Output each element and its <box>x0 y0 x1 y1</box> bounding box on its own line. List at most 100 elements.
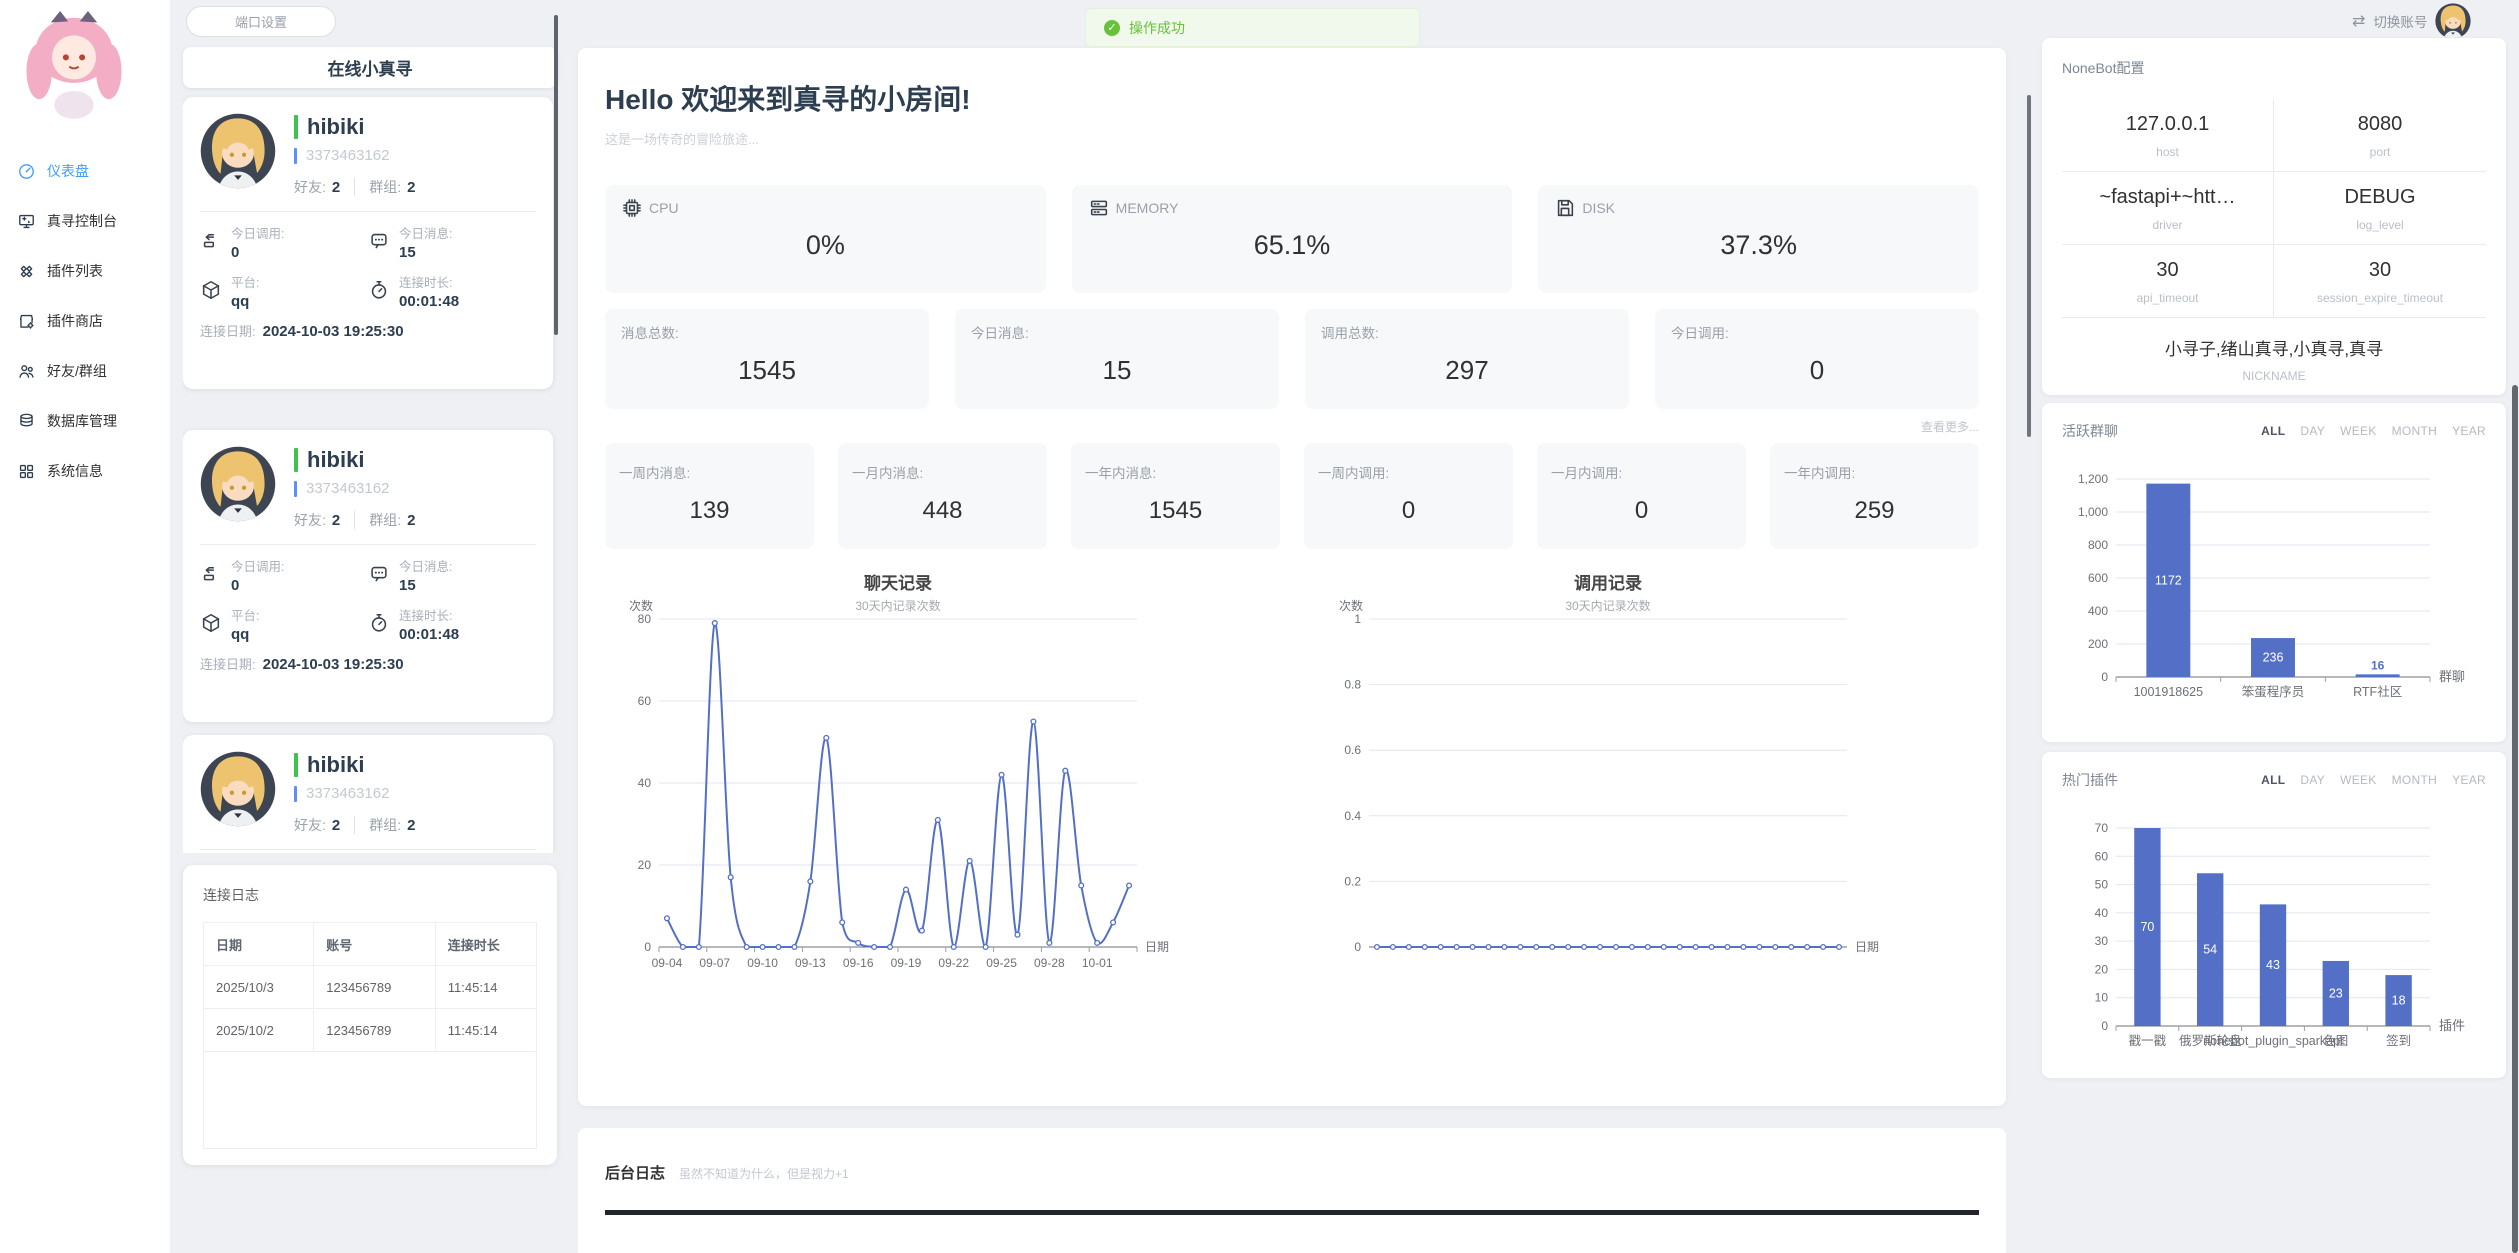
config-item-log_level: DEBUGlog_level <box>2274 172 2486 245</box>
sidebar-item-系统信息[interactable]: 系统信息 <box>0 446 170 496</box>
tab-day[interactable]: DAY <box>2300 424 2325 438</box>
stat-card-label: 今日消息: <box>971 322 1263 342</box>
bot-card: hibiki3373463162好友:2群组:2今日调用:0今日消息:15平台:… <box>183 97 553 389</box>
svg-text:50: 50 <box>2095 878 2109 892</box>
tab-week[interactable]: WEEK <box>2340 424 2377 438</box>
svg-text:0: 0 <box>644 940 651 954</box>
sidebar-item-真寻控制台[interactable]: 真寻控制台 <box>0 196 170 246</box>
success-check-icon: ✓ <box>1104 20 1120 36</box>
config-value: DEBUG <box>2280 186 2480 209</box>
config-item-port: 8080port <box>2274 99 2486 172</box>
table-header-cell: 连接时长 <box>435 923 536 966</box>
config-item-api_timeout: 30api_timeout <box>2062 245 2274 318</box>
tab-month[interactable]: MONTH <box>2392 424 2438 438</box>
backend-log-subtitle: 虽然不知道为什么，但是视力+1 <box>679 1165 849 1182</box>
config-card-title: NoneBot配置 <box>2062 58 2486 78</box>
table-header-cell: 账号 <box>314 923 436 966</box>
bot-name: hibiki <box>307 447 364 473</box>
connect-date-value: 2024-10-03 19:25:30 <box>263 323 404 340</box>
bot-stat-value: 0 <box>231 577 284 594</box>
sidebar-item-label: 仪表盘 <box>47 161 89 181</box>
table-cell: 123456789 <box>314 966 436 1009</box>
svg-text:18: 18 <box>2392 994 2406 1008</box>
page-scrollbar[interactable] <box>2512 385 2518 1253</box>
call-records-chart: 调用记录30天内记录次数次数00.20.40.60.81日期 <box>1315 563 1895 983</box>
period-card: 一月内消息: 448 <box>838 443 1047 549</box>
sidebar-item-好友/群组[interactable]: 好友/群组 <box>0 346 170 396</box>
tab-day[interactable]: DAY <box>2300 773 2325 787</box>
sidebar-item-label: 插件列表 <box>47 261 103 281</box>
sidebar-item-插件列表[interactable]: 插件列表 <box>0 246 170 296</box>
system-card-label: CPU <box>649 200 679 216</box>
stat-card-label: 消息总数: <box>621 322 913 342</box>
tab-all[interactable]: ALL <box>2261 424 2285 438</box>
bot-uid: 3373463162 <box>306 785 389 802</box>
bot-stat: 连接时长:00:01:48 <box>368 272 536 310</box>
svg-text:23: 23 <box>2329 986 2343 1000</box>
connection-log-table: 日期账号连接时长 2025/10/312345678911:45:142025/1… <box>203 922 537 1149</box>
period-card-label: 一月内消息: <box>852 462 1033 482</box>
svg-text:800: 800 <box>2088 538 2108 552</box>
period-card-value: 448 <box>852 497 1033 525</box>
friends-label: 好友: <box>294 815 326 835</box>
config-value: 8080 <box>2280 113 2480 136</box>
memory-icon <box>1088 197 1110 219</box>
table-cell: 2025/10/3 <box>204 966 314 1009</box>
bot-stat: 连接时长:00:01:48 <box>368 605 536 643</box>
svg-text:09-25: 09-25 <box>986 956 1017 970</box>
period-card: 一年内消息:1545 <box>1071 443 1280 549</box>
svg-text:43: 43 <box>2266 958 2280 972</box>
table-cell: 11:45:14 <box>435 966 536 1009</box>
bot-stat: 平台:qq <box>200 272 368 310</box>
hot-plugins-title: 热门插件 <box>2062 770 2118 790</box>
bot-name: hibiki <box>307 114 364 140</box>
tab-year[interactable]: YEAR <box>2452 424 2486 438</box>
stat-card: 今日调用:0 <box>1655 309 1979 409</box>
svg-text:40: 40 <box>2095 906 2109 920</box>
main-content-scrollbar[interactable] <box>2027 95 2031 437</box>
tab-year[interactable]: YEAR <box>2452 773 2486 787</box>
page-subtitle: 这是一场传奇的冒险旅途... <box>605 129 1979 148</box>
groups-count: 2 <box>407 512 415 529</box>
tab-all[interactable]: ALL <box>2261 773 2285 787</box>
svg-text:600: 600 <box>2088 571 2108 585</box>
svg-text:10-01: 10-01 <box>1082 956 1113 970</box>
bot-stat: 今日消息:15 <box>368 223 536 261</box>
period-card-value: 0 <box>1551 497 1732 525</box>
tab-week[interactable]: WEEK <box>2340 773 2377 787</box>
svg-text:70: 70 <box>2095 821 2109 835</box>
svg-text:聊天记录: 聊天记录 <box>864 573 932 593</box>
nickname-label: NICKNAME <box>2062 369 2486 383</box>
groups-count: 2 <box>407 179 415 196</box>
table-row: 2025/10/212345678911:45:14 <box>204 1009 537 1052</box>
bot-list: hibiki3373463162好友:2群组:2今日调用:0今日消息:15平台:… <box>183 95 561 853</box>
online-status-bar <box>294 448 298 472</box>
sidebar-item-仪表盘[interactable]: 仪表盘 <box>0 146 170 196</box>
table-cell: 11:45:14 <box>435 1009 536 1052</box>
svg-text:0: 0 <box>2101 1019 2108 1033</box>
svg-text:1001918625: 1001918625 <box>2134 685 2204 699</box>
port-settings-button[interactable]: 端口设置 <box>186 6 336 37</box>
bot-list-scrollbar[interactable] <box>554 15 558 335</box>
sidebar-item-插件商店[interactable]: 插件商店 <box>0 296 170 346</box>
bot-stat-value: 15 <box>399 244 452 261</box>
tab-month[interactable]: MONTH <box>2392 773 2438 787</box>
message-icon <box>368 230 390 252</box>
svg-text:30: 30 <box>2095 934 2109 948</box>
bot-stat: 平台:qq <box>200 605 368 643</box>
stat-card: 今日消息:15 <box>955 309 1279 409</box>
connect-date-label: 连接日期: <box>200 657 256 672</box>
svg-text:236: 236 <box>2263 651 2284 665</box>
switch-account-button[interactable]: 切换账号 <box>2373 11 2427 31</box>
account-avatar[interactable] <box>2435 3 2471 39</box>
see-more-link[interactable]: 查看更多... <box>1921 420 1979 434</box>
divider <box>200 211 536 212</box>
sidebar-item-数据库管理[interactable]: 数据库管理 <box>0 396 170 446</box>
store-icon <box>17 312 36 331</box>
bot-avatar <box>200 113 276 189</box>
chat-records-chart: 聊天记录30天内记录次数次数02040608009-0409-0709-1009… <box>605 563 1185 983</box>
svg-text:0.8: 0.8 <box>1344 678 1361 692</box>
backend-log-card: 后台日志 虽然不知道为什么，但是视力+1 <box>578 1128 2006 1253</box>
svg-text:09-13: 09-13 <box>795 956 826 970</box>
table-header-cell: 日期 <box>204 923 314 966</box>
